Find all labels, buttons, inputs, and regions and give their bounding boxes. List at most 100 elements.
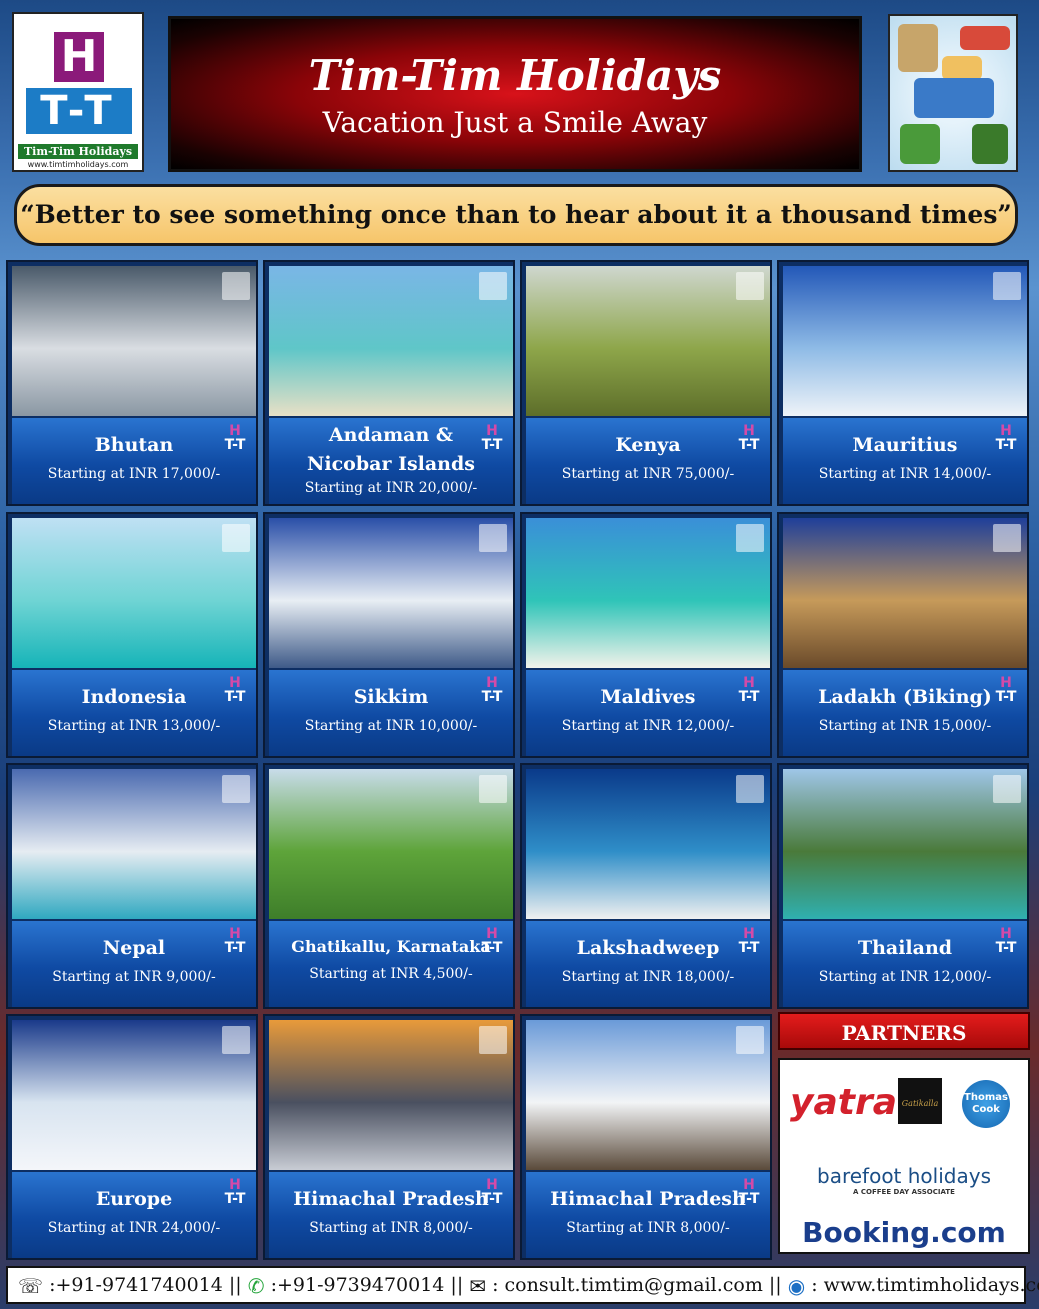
destination-price: Starting at INR 17,000/- (47, 466, 221, 482)
destination-price: Starting at INR 10,000/- (304, 718, 478, 734)
tim-tim-badge-icon: H T-T (477, 927, 507, 961)
watermark-logo-icon (736, 524, 764, 552)
partners-panel: PARTNERS yatra Gatikalla Thomas Cook bar… (778, 1012, 1030, 1258)
badge-h: H (229, 675, 241, 691)
destination-price: Starting at INR 12,000/- (561, 718, 735, 734)
tim-tim-badge-icon: H T-T (991, 676, 1021, 710)
destination-card[interactable]: H T-T Andaman & Nicobar Islands Starting at … (263, 260, 515, 506)
destination-card[interactable]: H T-T Nepal Starting at INR 9,000/- (6, 763, 258, 1009)
destination-price: Starting at INR 14,000/- (818, 466, 992, 482)
badge-tt: T-T (481, 437, 503, 453)
barefoot-subtitle: A COFFEE DAY ASSOCIATE (853, 1188, 955, 1196)
badge-tt: T-T (481, 940, 503, 956)
badge-tt: T-T (738, 437, 760, 453)
destination-info: H T-T Kenya Starting at INR 75,000/- (526, 418, 770, 504)
watermark-logo-icon (222, 272, 250, 300)
whatsapp-number[interactable]: :+91-9739470014 || (271, 1274, 464, 1296)
destination-photo (12, 769, 256, 919)
watermark-logo-icon (479, 1026, 507, 1054)
watermark-logo-icon (479, 272, 507, 300)
tagline: Vacation Just a Smile Away (322, 106, 708, 139)
destination-price: Starting at INR 15,000/- (818, 718, 992, 734)
tim-tim-badge-icon: H T-T (477, 676, 507, 710)
destination-card[interactable]: H T-T Indonesia Starting at INR 13,000/- (6, 512, 258, 758)
watermark-logo-icon (479, 775, 507, 803)
destination-price: Starting at INR 8,000/- (566, 1220, 730, 1236)
destination-photo (526, 266, 770, 416)
watermark-logo-icon (222, 775, 250, 803)
globe-icon: ◉ (787, 1274, 806, 1298)
badge-tt: T-T (995, 437, 1017, 453)
destination-photo (269, 769, 513, 919)
destination-card[interactable]: H T-T Sikkim Starting at INR 10,000/- (263, 512, 515, 758)
badge-tt: T-T (738, 689, 760, 705)
destination-photo (12, 518, 256, 668)
destination-photo (12, 1020, 256, 1170)
destination-price: Starting at INR 8,000/- (309, 1220, 473, 1236)
destination-card[interactable]: H T-T Thailand Starting at INR 12,000/- (777, 763, 1029, 1009)
badge-h: H (229, 1177, 241, 1193)
phone-icon: ☏ (18, 1274, 44, 1298)
destination-price: Starting at INR 9,000/- (52, 969, 216, 985)
thomas-cook-logo: Thomas Cook (962, 1080, 1010, 1128)
destination-card[interactable]: H T-T Europe Starting at INR 24,000/- (6, 1014, 258, 1260)
barefoot-holidays-logo: barefoot holidays (817, 1164, 991, 1188)
watermark-logo-icon (736, 1026, 764, 1054)
travel-collage-logo (888, 14, 1018, 172)
destination-price: Starting at INR 24,000/- (47, 1220, 221, 1236)
destination-price: Starting at INR 4,500/- (309, 966, 473, 982)
destination-price: Starting at INR 18,000/- (561, 969, 735, 985)
destination-info: H T-T Bhutan Starting at INR 17,000/- (12, 418, 256, 504)
badge-h: H (1000, 423, 1012, 439)
destination-card[interactable]: H T-T Bhutan Starting at INR 17,000/- (6, 260, 258, 506)
website-link[interactable]: : www.timtimholidays.com (811, 1274, 1039, 1296)
tim-tim-badge-icon: H T-T (220, 1178, 250, 1212)
brand-logo-left: H T-T Tim-Tim Holidays www.timtimholiday… (12, 12, 144, 172)
destination-price: Starting at INR 13,000/- (47, 718, 221, 734)
logo-h-letter: H (54, 32, 104, 82)
badge-tt: T-T (224, 437, 246, 453)
tim-tim-badge-icon: H T-T (991, 927, 1021, 961)
tim-tim-badge-icon: H T-T (220, 927, 250, 961)
yatra-logo: yatra (790, 1082, 898, 1123)
tim-tim-badge-icon: H T-T (734, 676, 764, 710)
badge-tt: T-T (995, 940, 1017, 956)
page-title: Tim-Tim Holidays (308, 51, 722, 100)
destination-card[interactable]: H T-T Himachal Pradesh Starting at INR 8,00… (520, 1014, 772, 1260)
destination-photo (269, 1020, 513, 1170)
badge-h: H (486, 1177, 498, 1193)
tim-tim-badge-icon: H T-T (477, 1178, 507, 1212)
watermark-logo-icon (993, 775, 1021, 803)
logo-brand-name: Tim-Tim Holidays (18, 144, 138, 159)
badge-tt: T-T (738, 940, 760, 956)
tent-picture (900, 124, 940, 164)
destination-card[interactable]: H T-T Kenya Starting at INR 75,000/- (520, 260, 772, 506)
badge-h: H (1000, 926, 1012, 942)
destination-card[interactable]: H T-T Ladakh (Biking) Starting at INR 15,00… (777, 512, 1029, 758)
badge-tt: T-T (481, 1191, 503, 1207)
email-address[interactable]: : consult.timtim@gmail.com || (492, 1274, 782, 1296)
watermark-logo-icon (736, 272, 764, 300)
title-banner: Tim-Tim Holidays Vacation Just a Smile A… (168, 16, 862, 172)
watermark-logo-icon (222, 524, 250, 552)
badge-tt: T-T (224, 940, 246, 956)
phone-number[interactable]: :+91-9741740014 || (49, 1274, 242, 1296)
tim-tim-badge-icon: H T-T (991, 424, 1021, 458)
partners-heading: PARTNERS (778, 1012, 1030, 1050)
destination-card[interactable]: H T-T Himachal Pradesh Starting at INR 8,00… (263, 1014, 515, 1260)
destination-card[interactable]: H T-T Maldives Starting at INR 12,000/- (520, 512, 772, 758)
destination-card[interactable]: H T-T Lakshadweep Starting at INR 18,000/- (520, 763, 772, 1009)
destination-price: Starting at INR 75,000/- (561, 466, 735, 482)
destination-card[interactable]: H T-T Ghatikallu, Karnataka Starting at INR… (263, 763, 515, 1009)
destination-photo (783, 266, 1027, 416)
badge-tt: T-T (481, 689, 503, 705)
destination-card[interactable]: H T-T Mauritius Starting at INR 14,000/- (777, 260, 1029, 506)
tim-tim-badge-icon: H T-T (477, 424, 507, 458)
destination-info: H T-T Ladakh (Biking) Starting at INR 15,00… (783, 670, 1027, 756)
badge-h: H (743, 926, 755, 942)
quote-banner: “Better to see something once than to he… (14, 184, 1018, 246)
email-icon: ✉ (469, 1274, 487, 1298)
badge-h: H (486, 926, 498, 942)
watermark-logo-icon (993, 524, 1021, 552)
destination-info: H T-T Ghatikallu, Karnataka Starting at INR… (269, 921, 513, 1007)
